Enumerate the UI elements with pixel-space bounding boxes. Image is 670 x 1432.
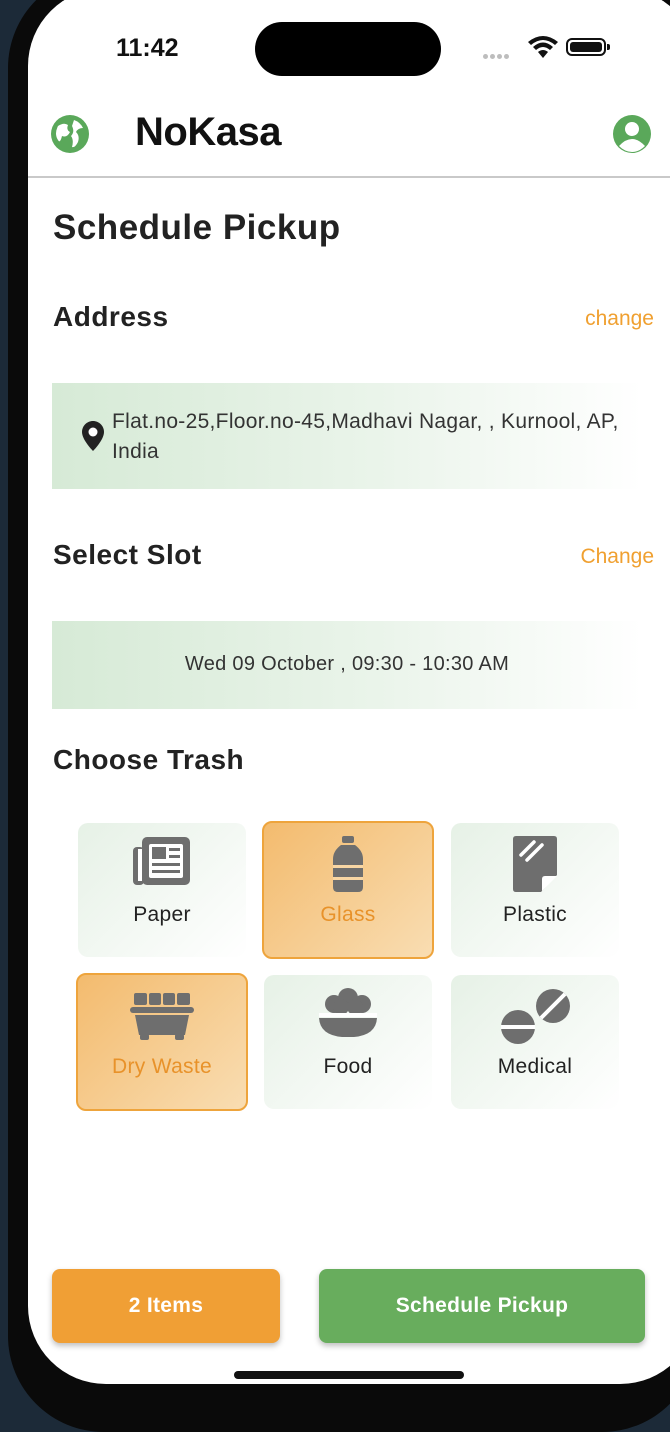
trash-label: Plastic xyxy=(503,903,567,926)
plastic-sheet-icon xyxy=(513,836,557,892)
trash-tile-plastic[interactable]: Plastic xyxy=(451,823,619,957)
schedule-pickup-button[interactable]: Schedule Pickup xyxy=(319,1269,645,1343)
bottle-icon xyxy=(333,836,363,892)
wifi-icon xyxy=(528,36,558,58)
trash-label: Food xyxy=(323,1055,373,1078)
address-text: Flat.no-25,Floor.no-45,Madhavi Nagar, , … xyxy=(112,410,619,463)
slot-heading: Select Slot xyxy=(53,539,202,570)
trash-label: Paper xyxy=(133,903,191,926)
app-bar: NoKasa xyxy=(28,96,670,178)
food-bowl-icon xyxy=(319,988,377,1037)
dynamic-island xyxy=(255,22,441,76)
address-card[interactable]: Flat.no-25,Floor.no-45,Madhavi Nagar, , … xyxy=(52,383,642,489)
trash-tile-glass[interactable]: Glass xyxy=(262,821,434,959)
status-time: 11:42 xyxy=(116,34,179,62)
trash-tile-food[interactable]: Food xyxy=(264,975,432,1109)
app-title: NoKasa xyxy=(135,110,281,154)
pills-icon xyxy=(501,989,570,1044)
newspaper-icon xyxy=(133,837,190,885)
address-change-link[interactable]: change xyxy=(585,307,654,331)
trash-label: Glass xyxy=(320,903,376,926)
dumpster-icon xyxy=(130,993,194,1040)
phone-screen: 11:42 NoKasa Schedule Pickup Address cha… xyxy=(28,0,670,1384)
trash-tile-dry-waste[interactable]: Dry Waste xyxy=(76,973,248,1111)
home-indicator xyxy=(234,1371,464,1379)
trash-tile-medical[interactable]: Medical xyxy=(451,975,619,1109)
battery-icon xyxy=(566,38,610,56)
slot-text: Wed 09 October , 09:30 - 10:30 AM xyxy=(184,653,510,675)
location-pin-icon xyxy=(82,421,104,451)
page-title: Schedule Pickup xyxy=(53,208,341,247)
address-heading: Address xyxy=(53,301,169,332)
trash-label: Medical xyxy=(497,1055,573,1078)
slot-change-link[interactable]: Change xyxy=(580,545,654,569)
trash-tile-paper[interactable]: Paper xyxy=(78,823,246,957)
profile-icon[interactable] xyxy=(612,114,652,154)
trash-label: Dry Waste xyxy=(112,1055,212,1078)
items-count-button[interactable]: 2 Items xyxy=(52,1269,280,1343)
slot-card[interactable]: Wed 09 October , 09:30 - 10:30 AM xyxy=(52,621,642,709)
cellular-signal-icon xyxy=(483,46,511,64)
trash-heading: Choose Trash xyxy=(53,744,245,775)
globe-icon[interactable] xyxy=(50,114,90,154)
